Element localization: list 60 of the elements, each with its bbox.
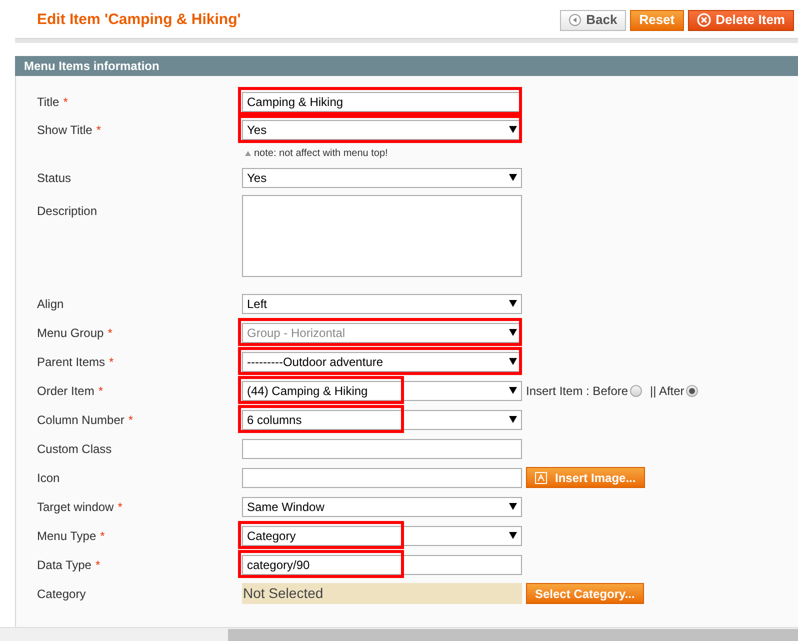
field-label: Category xyxy=(37,586,86,602)
field-label: Description xyxy=(37,204,98,218)
dropdown-caret-icon xyxy=(509,358,517,365)
textarea-field[interactable] xyxy=(242,195,522,277)
selection-display: Not Selected xyxy=(242,583,522,604)
dropdown-field[interactable]: Same Window xyxy=(242,496,522,516)
dropdown-caret-icon xyxy=(509,532,517,539)
dropdown-field[interactable]: Yes xyxy=(242,168,522,188)
text-field[interactable]: category/90 xyxy=(242,554,522,574)
required-mark: * xyxy=(108,324,112,342)
dropdown-caret-icon xyxy=(509,387,517,394)
dropdown-field[interactable]: ---------Outdoor adventure xyxy=(242,352,522,372)
required-mark: * xyxy=(95,556,100,574)
field-label: Menu Group xyxy=(37,324,104,342)
required-mark: * xyxy=(96,122,102,138)
dropdown-caret-icon xyxy=(509,416,517,423)
field-label: Icon xyxy=(37,470,60,486)
radio-button[interactable] xyxy=(686,384,698,396)
back-button[interactable]: Back xyxy=(560,10,626,30)
note-arrow-icon xyxy=(245,150,251,156)
text-field[interactable] xyxy=(242,438,522,458)
dropdown-caret-icon xyxy=(509,329,517,336)
field-label: Order Item xyxy=(37,382,94,400)
dropdown-field[interactable]: (44) Camping & Hiking xyxy=(242,380,522,400)
field-label: Data Type xyxy=(37,556,92,574)
dropdown-caret-icon xyxy=(509,126,517,133)
dropdown-caret-icon xyxy=(509,300,517,307)
field-label: Custom Class xyxy=(37,440,112,458)
page-title: Edit Item 'Camping & Hiking' xyxy=(37,10,241,30)
field-label: Align xyxy=(37,296,64,312)
required-mark: * xyxy=(100,528,105,544)
text-field[interactable]: Camping & Hiking xyxy=(242,92,522,112)
dropdown-field[interactable]: Category xyxy=(242,526,522,546)
image-icon xyxy=(535,472,547,484)
dropdown-field[interactable]: Yes xyxy=(242,120,522,140)
text-field[interactable] xyxy=(242,468,522,488)
field-label: Title xyxy=(37,94,60,110)
dropdown-caret-icon xyxy=(509,174,517,181)
field-note: note: not affect with menu top! xyxy=(254,146,388,160)
required-mark: * xyxy=(98,382,104,400)
scrollbar-thumb[interactable] xyxy=(228,629,798,641)
field-label: Parent Items xyxy=(37,354,106,370)
horizontal-scrollbar[interactable] xyxy=(0,627,798,641)
delete-x-icon xyxy=(696,13,711,27)
radio-label: Insert Item : Before xyxy=(526,382,628,400)
field-label: Menu Type xyxy=(37,528,96,544)
field-label: Target window xyxy=(37,498,114,516)
required-mark: * xyxy=(128,412,134,428)
section-header: Menu Items information xyxy=(15,56,798,76)
field-label: Status xyxy=(37,170,72,186)
radio-button[interactable] xyxy=(630,384,642,396)
radio-label: || After xyxy=(650,382,684,400)
required-mark: * xyxy=(109,354,114,370)
field-label: Show Title xyxy=(37,122,92,138)
dropdown-field[interactable]: Left xyxy=(242,294,522,314)
required-mark: * xyxy=(63,94,68,110)
field-label: Column Number xyxy=(37,412,124,428)
dropdown-caret-icon xyxy=(509,503,517,510)
required-mark: * xyxy=(118,498,122,516)
dropdown-field[interactable]: 6 columns xyxy=(242,410,522,430)
